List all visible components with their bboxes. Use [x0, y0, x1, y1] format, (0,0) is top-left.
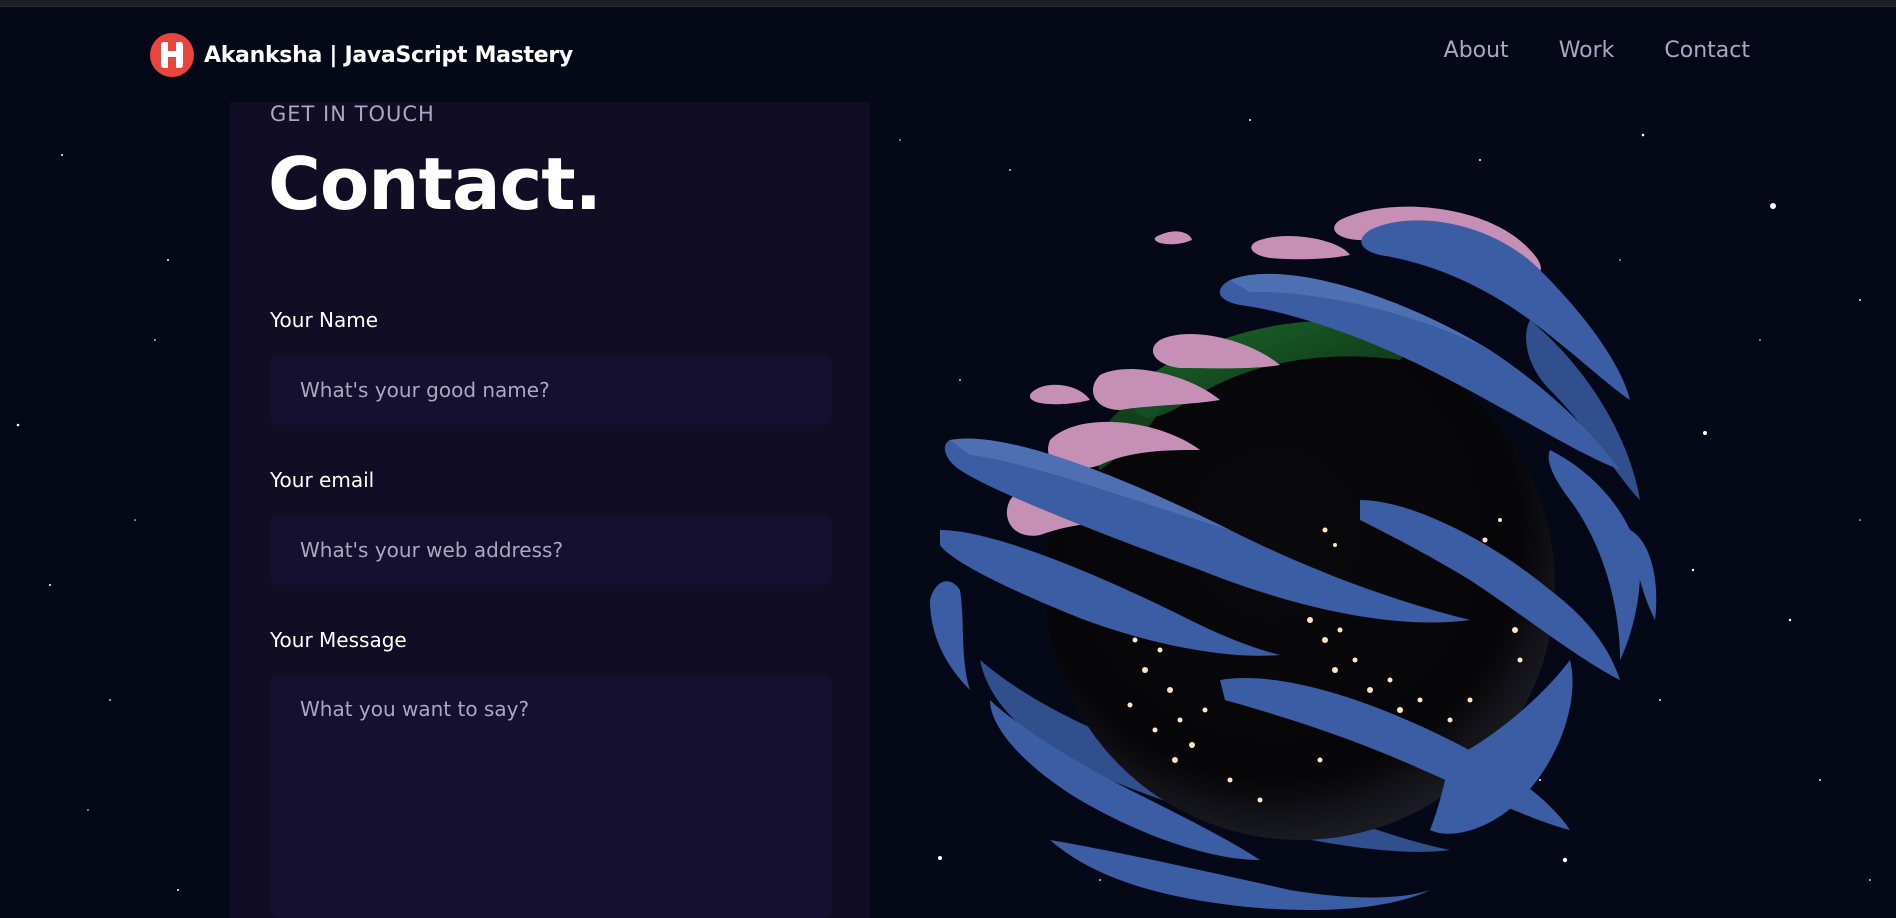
message-label: Your Message: [270, 628, 407, 652]
email-label: Your email: [270, 468, 375, 492]
navbar: Akanksha | JavaScript Mastery About Work…: [0, 7, 1896, 102]
name-label: Your Name: [270, 308, 379, 332]
nav-link-work[interactable]: Work: [1559, 38, 1615, 63]
nav-link-contact[interactable]: Contact: [1664, 38, 1750, 63]
contact-card: GET IN TOUCH Contact. Your Name Your ema…: [230, 102, 870, 918]
section-subtitle: GET IN TOUCH: [270, 102, 435, 126]
nav-links: About Work Contact: [1444, 38, 1750, 63]
brand-logo-icon: [150, 33, 194, 77]
brand-name: Akanksha | JavaScript Mastery: [204, 42, 573, 68]
name-input[interactable]: [270, 355, 832, 425]
earth-globe-canvas[interactable]: [930, 200, 1670, 918]
nav-link-about[interactable]: About: [1444, 38, 1509, 63]
brand-link[interactable]: Akanksha | JavaScript Mastery: [150, 33, 573, 77]
section-title: Contact.: [268, 142, 602, 226]
email-input[interactable]: [270, 515, 832, 585]
message-textarea[interactable]: [270, 675, 832, 918]
